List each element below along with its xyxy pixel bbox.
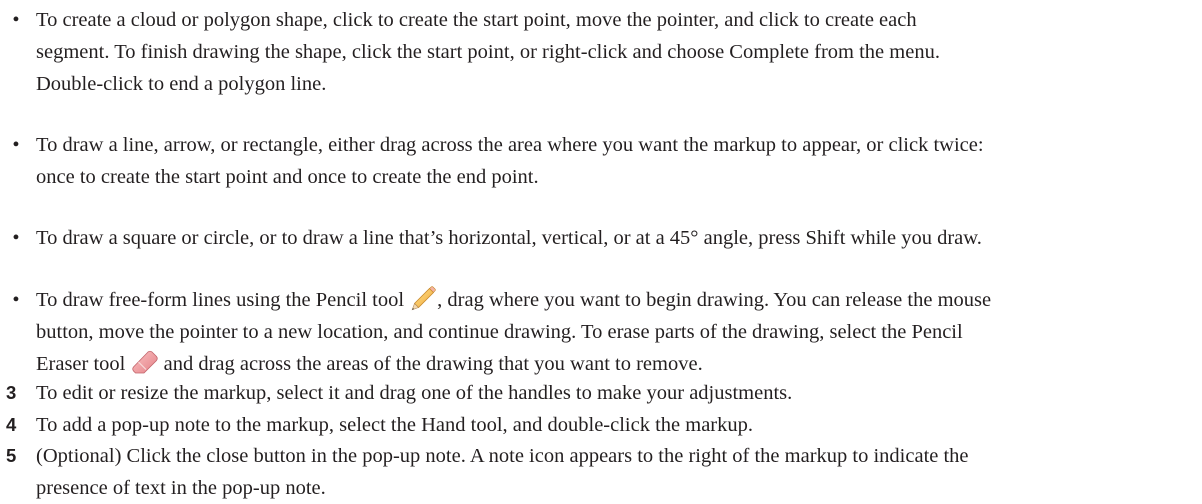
step-text: To edit or resize the markup, select it … [36,377,1196,409]
step-number: 4 [6,414,17,435]
text-line: button, move the pointer to a new locati… [36,321,963,343]
text-line: To draw free-form lines using the Pencil… [36,284,1196,316]
eraser-sentence-end: and drag across the areas of the drawing… [158,353,703,375]
step-text: (Optional) Click the close button in the… [36,440,1196,504]
text-line: To draw a line, arrow, or rectangle, eit… [36,134,984,156]
pencil-sentence-end: , drag where you want to begin drawing. … [437,289,992,311]
bullet-text: To create a cloud or polygon shape, clic… [36,4,1196,100]
bullet-text: To draw a line, arrow, or rectangle, eit… [36,129,1196,193]
pencil-eraser-icon [131,350,158,376]
bullet-marker: • [12,9,20,31]
text-line: Eraser tool and drag across the areas of… [36,348,1196,380]
eraser-sentence-start: Eraser tool [36,353,126,375]
step-number: 3 [6,382,17,403]
pencil-sentence-start: To draw free-form lines using the Pencil… [36,289,405,311]
bullet-text: To draw a square or circle, or to draw a… [36,222,1196,254]
step-number: 5 [6,445,17,466]
help-document-page: • To create a cloud or polygon shape, cl… [0,0,1202,504]
bullet-marker: • [12,289,20,311]
text-line: To create a cloud or polygon shape, clic… [36,9,917,31]
text-line: (Optional) Click the close button in the… [36,445,969,467]
text-line: To draw a square or circle, or to draw a… [36,227,982,249]
text-line: Double-click to end a polygon line. [36,73,327,95]
text-line: presence of text in the pop-up note. [36,477,326,499]
step-text: To add a pop-up note to the markup, sele… [36,409,1196,441]
text-line: To edit or resize the markup, select it … [36,382,793,404]
bullet-text: To draw free-form lines using the Pencil… [36,284,1196,380]
text-line: segment. To finish drawing the shape, cl… [36,41,940,63]
bullet-marker: • [12,227,20,249]
text-line: To add a pop-up note to the markup, sele… [36,414,753,436]
pencil-icon [410,286,436,312]
text-line: once to create the start point and once … [36,166,539,188]
bullet-marker: • [12,134,20,156]
